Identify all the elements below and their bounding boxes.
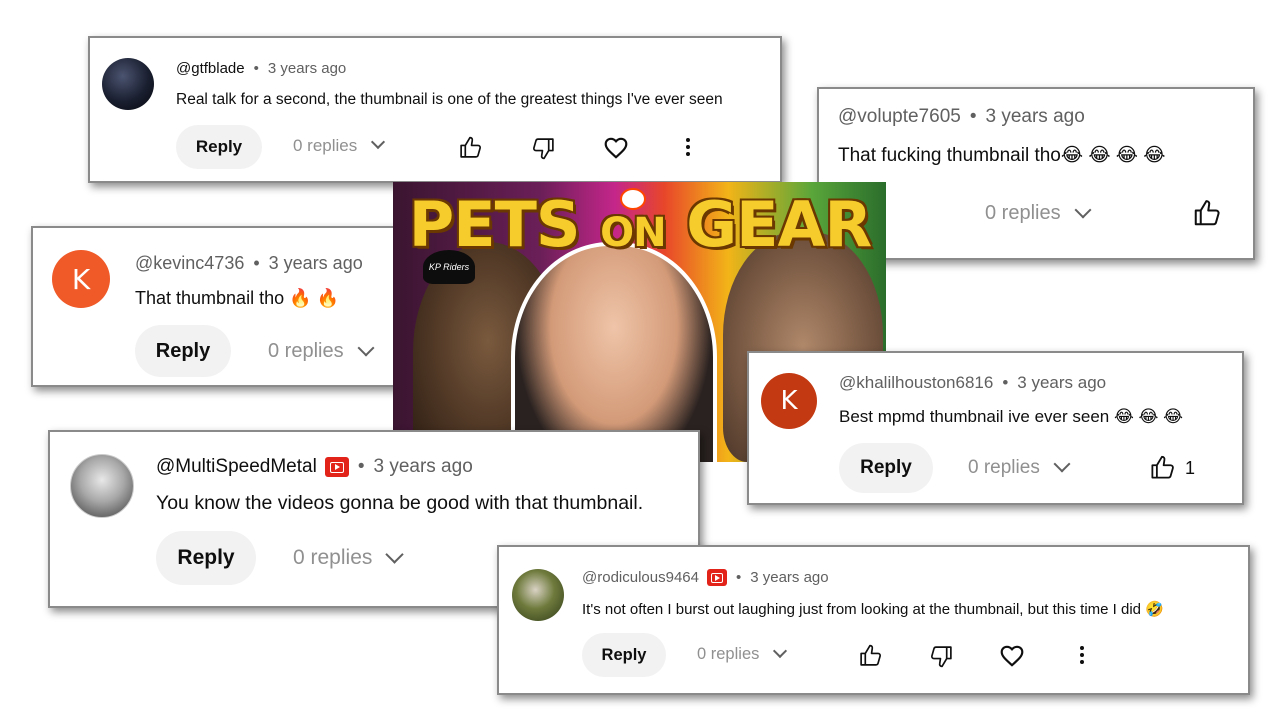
comment-time[interactable]: 3 years ago: [373, 456, 472, 478]
member-badge-icon: [706, 569, 727, 586]
comment-author[interactable]: @MultiSpeedMetal: [156, 456, 317, 478]
separator-dot: •: [253, 253, 260, 273]
comment-time[interactable]: 3 years ago: [268, 60, 346, 77]
comment-meta: @kevinc4736 • 3 years ago: [135, 253, 363, 274]
comment-text: You know the videos gonna be good with t…: [156, 492, 644, 514]
comment-time[interactable]: 3 years ago: [985, 106, 1084, 128]
avatar[interactable]: [70, 454, 134, 518]
comment-card: K @kevinc4736 • 3 years ago That thumbna…: [31, 226, 411, 387]
comment-author[interactable]: @gtfblade: [176, 60, 245, 77]
replies-toggle[interactable]: 0 replies: [293, 544, 405, 570]
avatar-letter: K: [71, 262, 91, 296]
replies-toggle[interactable]: 0 replies: [968, 455, 1071, 479]
thumbs-down-icon[interactable]: [531, 136, 556, 161]
more-vert-icon[interactable]: [1070, 643, 1094, 667]
comment-text: Best mpmd thumbnail ive ever seen 😂 😂 😂: [839, 407, 1184, 426]
avatar[interactable]: [512, 569, 564, 621]
comment-author[interactable]: @kevinc4736: [135, 253, 244, 274]
chevron-down-icon: [1053, 455, 1071, 473]
comment-meta: @rodiculous9464 • 3 years ago: [582, 569, 829, 586]
avatar[interactable]: K: [52, 250, 110, 308]
reddit-logo-icon: [620, 188, 646, 210]
comment-card: K @khalilhouston6816 • 3 years ago Best …: [747, 351, 1244, 505]
title-word-2: GEAR: [686, 188, 872, 261]
comment-text: That fucking thumbnail tho😂 😂 😂 😂: [838, 145, 1166, 166]
like-count: 1: [1185, 458, 1196, 478]
separator-dot: •: [1002, 373, 1009, 392]
separator-dot: •: [357, 456, 365, 477]
reply-button[interactable]: Reply: [582, 633, 666, 677]
chevron-down-icon: [357, 339, 375, 356]
comment-meta: @khalilhouston6816 • 3 years ago: [839, 373, 1106, 393]
thumbs-up-icon[interactable]: [1149, 454, 1176, 481]
chevron-down-icon: [773, 643, 788, 658]
comment-time[interactable]: 3 years ago: [1017, 373, 1106, 393]
reply-button[interactable]: Reply: [156, 531, 256, 585]
replies-count: 0 replies: [697, 645, 760, 663]
comment-card: @rodiculous9464 • 3 years ago It's not o…: [497, 545, 1250, 695]
separator-dot: •: [253, 60, 259, 77]
avatar[interactable]: [102, 58, 154, 110]
replies-toggle[interactable]: 0 replies: [268, 339, 375, 363]
comment-author[interactable]: @khalilhouston6816: [839, 373, 993, 393]
title-word-on: ON: [600, 210, 666, 256]
avatar-letter: K: [780, 386, 798, 416]
thumbs-up-icon[interactable]: [458, 135, 483, 160]
chevron-down-icon: [371, 134, 386, 150]
replies-count: 0 replies: [293, 546, 373, 569]
comment-meta: @volupte7605 • 3 years ago: [838, 106, 1085, 128]
comment-text: Real talk for a second, the thumbnail is…: [176, 91, 723, 108]
replies-toggle[interactable]: 0 replies: [697, 643, 788, 664]
chevron-down-icon: [385, 544, 405, 564]
comment-text: It's not often I burst out laughing just…: [582, 601, 1164, 618]
cap-text: KP Riders: [428, 262, 470, 272]
chevron-down-icon: [1074, 201, 1092, 218]
thumbs-up-icon[interactable]: [858, 643, 883, 668]
comment-author[interactable]: @volupte7605: [838, 106, 961, 128]
comment-card: @gtfblade • 3 years ago Real talk for a …: [88, 36, 782, 183]
title-word-1: PETS: [408, 188, 581, 261]
comment-author[interactable]: @rodiculous9464: [582, 569, 699, 586]
replies-toggle[interactable]: 0 replies: [985, 201, 1092, 225]
reply-button[interactable]: Reply: [176, 125, 262, 169]
comment-time[interactable]: 3 years ago: [750, 569, 828, 586]
avatar[interactable]: K: [761, 373, 817, 429]
replies-count: 0 replies: [985, 202, 1061, 224]
separator-dot: •: [735, 569, 742, 586]
replies-count: 0 replies: [268, 340, 344, 362]
replies-count: 0 replies: [968, 457, 1040, 478]
replies-count: 0 replies: [293, 136, 358, 155]
heart-icon[interactable]: [999, 643, 1025, 669]
separator-dot: •: [969, 106, 977, 127]
heart-icon[interactable]: [603, 135, 629, 161]
reply-button[interactable]: Reply: [135, 325, 231, 377]
more-vert-icon[interactable]: [676, 135, 700, 159]
comment-meta: @MultiSpeedMetal • 3 years ago: [156, 456, 473, 478]
thumbs-down-icon[interactable]: [929, 644, 954, 669]
reply-button[interactable]: Reply: [839, 443, 933, 493]
comment-time[interactable]: 3 years ago: [269, 253, 363, 274]
thumbs-up-icon[interactable]: [1192, 198, 1222, 228]
person-figure: [511, 242, 717, 462]
replies-toggle[interactable]: 0 replies: [293, 134, 386, 156]
member-badge-icon: [324, 457, 349, 477]
comment-meta: @gtfblade • 3 years ago: [176, 60, 346, 77]
comment-text: That thumbnail tho 🔥 🔥: [135, 288, 339, 308]
